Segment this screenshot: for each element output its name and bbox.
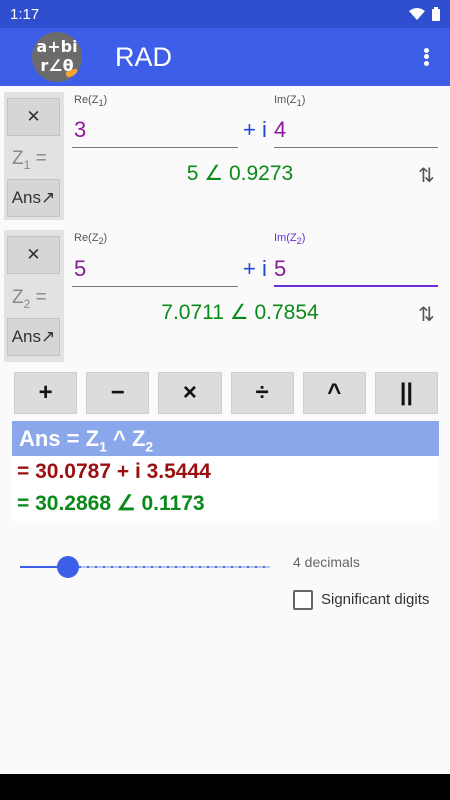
z2-im-underline [274,285,438,287]
status-bar: 1:17 [0,0,450,28]
z1-swap-icon[interactable]: ⇅ [418,163,435,188]
parallel-button[interactable]: || [374,372,439,414]
z1-im-label: Im(Z1) [274,94,306,109]
status-icons [409,7,440,21]
answer-rectangular: = 30.0787 + i 3.5444 [12,456,439,488]
z2-re-underline [72,286,238,287]
overflow-menu-icon[interactable] [416,44,436,70]
subtract-button[interactable]: − [86,372,150,414]
app-logo: a+bi r∠θ [32,32,82,82]
z1-im-input[interactable]: 4 [274,117,286,143]
answer-header: Ans = Z1 ^ Z2 [12,421,439,456]
z2-clear-button[interactable]: ✕ [7,236,60,274]
add-button[interactable]: + [14,372,78,414]
battery-icon [432,7,440,21]
decimals-label: 4 decimals [293,554,360,570]
z2-im-input[interactable]: 5 [274,256,286,282]
z1-re-underline [72,147,238,148]
z2-re-input[interactable]: 5 [74,256,86,282]
z2-re-label: Re(Z2) [74,232,108,247]
significant-digits-label: Significant digits [321,591,430,608]
slider-thumb[interactable] [56,556,79,578]
z2-ans-button[interactable]: Ans↗ [7,318,60,356]
z1-polar-form: 5 ∠ 0.9273 [186,162,294,185]
z1-im-underline [274,147,438,148]
power-button[interactable]: ^ [302,372,366,414]
status-time: 1:17 [10,5,40,23]
operations-row: + − × ÷ ^ || [14,372,439,414]
z2-panel: ✕ Z2 = Ans↗ [4,230,64,362]
divide-button[interactable]: ÷ [230,372,294,414]
z1-plus-i: + i [243,117,267,142]
z2-label: Z2 = [12,287,47,311]
z1-re-label: Re(Z1) [74,94,108,109]
navigation-bar [0,774,450,800]
z1-re-input[interactable]: 3 [74,117,86,143]
multiply-button[interactable]: × [158,372,222,414]
z2-swap-icon[interactable]: ⇅ [418,302,435,327]
angle-mode-title[interactable]: RAD [115,42,172,73]
app-bar: a+bi r∠θ RAD [0,28,450,86]
z1-label: Z1 = [12,148,47,172]
significant-digits-checkbox[interactable] [293,590,313,610]
z2-polar-form: 7.0711 ∠ 0.7854 [161,301,319,324]
z1-clear-button[interactable]: ✕ [7,98,60,136]
logo-text-top: a+bi [36,37,78,56]
z2-plus-i: + i [243,256,267,281]
z1-panel: ✕ Z1 = Ans↗ [4,92,64,220]
answer-polar: = 30.2868 ∠ 0.1173 [12,488,439,521]
wifi-icon [409,8,425,20]
decimals-slider[interactable] [20,556,270,578]
z1-ans-button[interactable]: Ans↗ [7,179,60,217]
z2-im-label: Im(Z2) [274,232,306,247]
